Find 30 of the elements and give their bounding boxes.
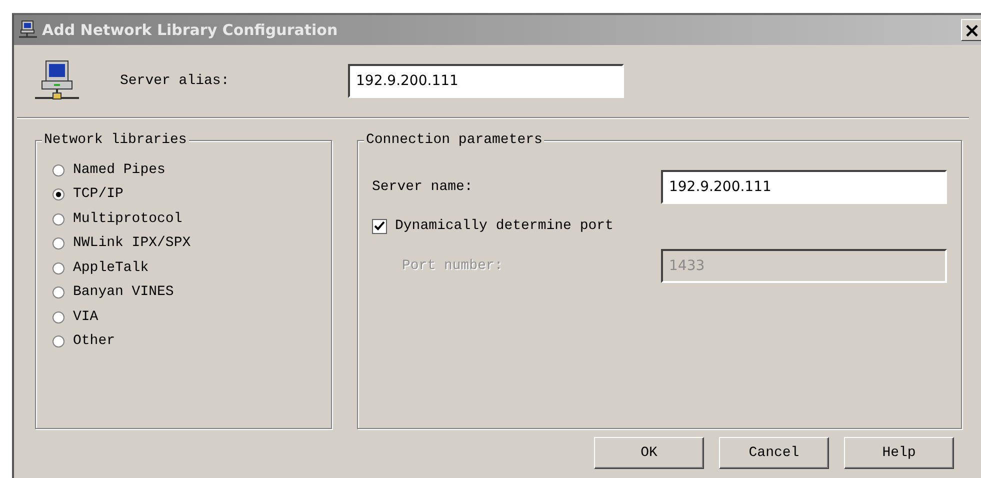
radio-button[interactable] <box>52 262 65 275</box>
option-label: Other <box>73 332 116 352</box>
option-label: NWLink IPX/SPX <box>73 234 191 254</box>
checkbox-label: Dynamically determine port <box>395 217 614 236</box>
dialog-button[interactable]: Help <box>844 437 954 469</box>
option-label: Banyan VINES <box>73 283 174 302</box>
option-label: Named Pipes <box>73 160 166 180</box>
window-title: Add Network Library Configuration <box>42 20 338 41</box>
option-label: TCP/IP <box>73 185 124 204</box>
server-alias-label: Server alias: <box>120 72 230 90</box>
radio-button[interactable] <box>52 188 65 202</box>
radio-button[interactable] <box>52 164 65 177</box>
computer-icon <box>18 20 38 40</box>
radio-button[interactable] <box>52 335 65 348</box>
dialog-button[interactable]: OK <box>594 437 704 469</box>
option-label: Multiprotocol <box>73 210 182 229</box>
server-name-label: Server name: <box>372 178 474 196</box>
close-button[interactable]: × <box>961 19 981 41</box>
dialog-button[interactable]: Cancel <box>719 437 829 469</box>
option-label: VIA <box>73 308 98 327</box>
radio-button[interactable] <box>52 310 65 324</box>
server-name-field[interactable]: 192.9.200.111 <box>660 170 947 204</box>
server-alias-field[interactable]: 192.9.200.111 <box>348 64 624 98</box>
checkbox[interactable] <box>372 219 387 234</box>
port-number-label: Port number: <box>401 256 504 276</box>
option-label: AppleTalk <box>73 258 149 278</box>
radio-button[interactable] <box>52 237 65 250</box>
group-title: Connection parameters <box>364 131 544 149</box>
radio-button[interactable] <box>52 286 65 300</box>
radio-button[interactable] <box>52 212 65 226</box>
